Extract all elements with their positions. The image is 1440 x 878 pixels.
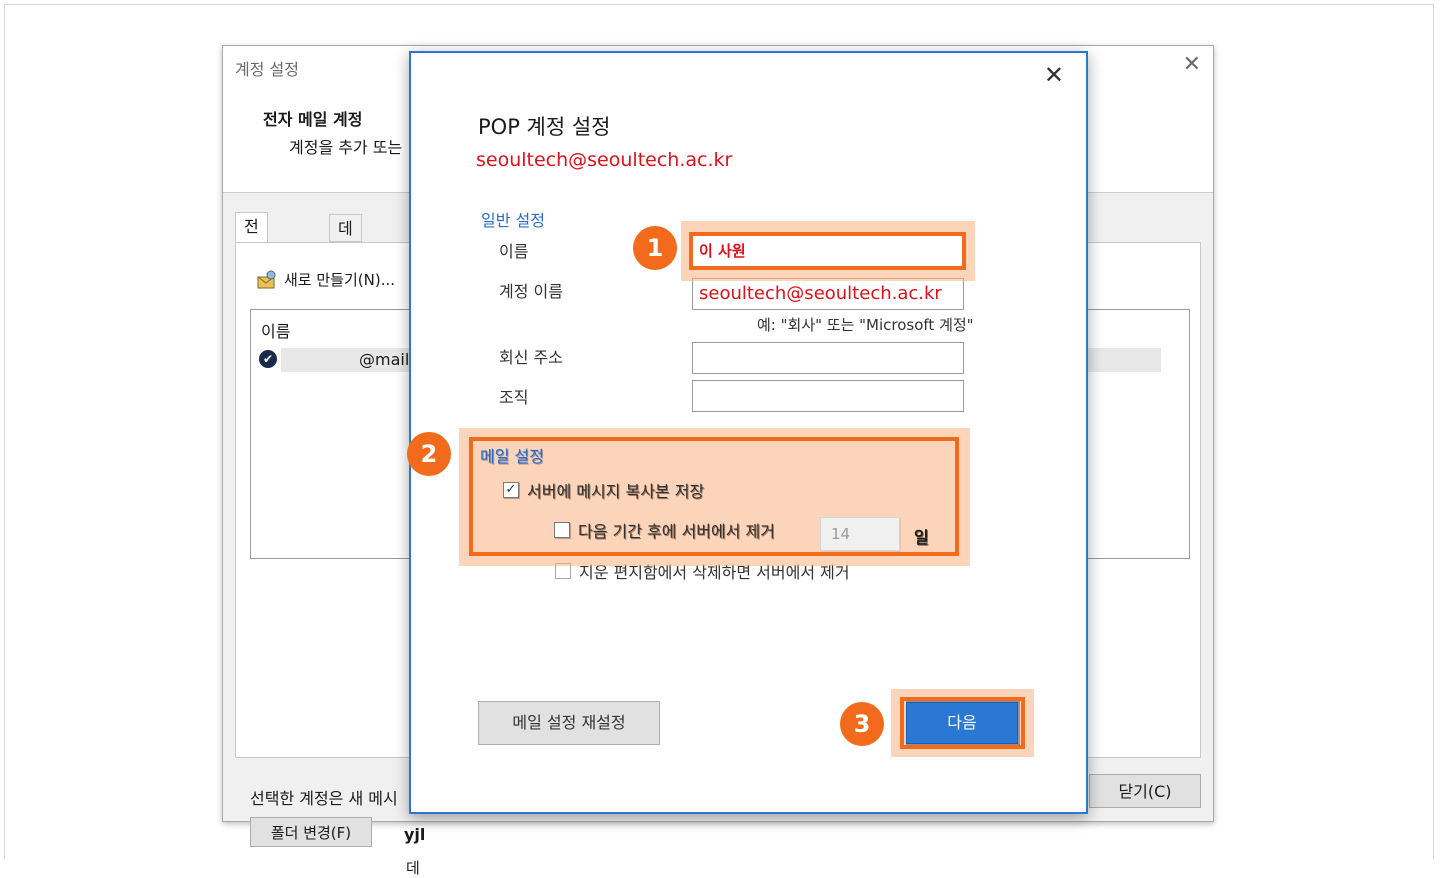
dialog-email: seoultech@seoultech.ac.kr [476,149,733,171]
days-unit-highlighted: 일 [914,528,929,547]
default-account-check-icon: ✔ [259,350,277,368]
new-account-button[interactable]: 새로 만들기(N)... [256,269,395,290]
section-heading: 전자 메일 계정 [263,110,363,129]
account-name-input[interactable]: seoultech@seoultech.ac.kr [692,278,964,310]
tab-email[interactable]: 전자 메일 [235,212,268,320]
keep-copy-label-highlighted: 서버에 메시지 복사본 저장 [527,482,705,501]
name-input-highlighted: 이 사원 [693,236,962,266]
list-header-name: 이름 [261,322,291,341]
step-1-badge: 1 [633,226,677,270]
window-title: 계정 설정 [235,60,299,79]
new-account-label: 새로 만들기(N)... [284,271,395,289]
close-button[interactable]: 닫기(C) [1089,774,1201,808]
selected-account-note: 선택한 계정은 새 메시 [250,789,398,808]
step-2-badge: 2 [407,432,451,476]
folder-name: yjl [404,825,426,844]
account-email: @mail [359,350,410,369]
change-folder-button[interactable]: 폴더 변경(F) [250,817,372,847]
reset-mail-settings-button[interactable]: 메일 설정 재설정 [478,701,660,745]
name-label: 이름 [499,242,529,261]
section-subtitle: 계정을 추가 또는 [289,138,403,157]
keep-copy-checkbox-highlighted: ✓ 서버에 메시지 복사본 저장 [503,478,704,502]
dialog-title: POP 계정 설정 [478,115,611,139]
tab-data-files[interactable]: 데이터 파 [329,214,362,322]
organization-input[interactable] [692,380,964,412]
reply-address-input[interactable] [692,342,964,374]
remove-after-checkbox-highlighted: 다음 기간 후에 서버에서 제거 [554,518,775,542]
organization-label: 조직 [499,388,529,407]
remove-after-label-highlighted: 다음 기간 후에 서버에서 제거 [578,522,775,541]
days-input-highlighted: 14 [820,517,900,551]
close-icon[interactable]: ✕ [1044,61,1064,89]
general-settings-heading: 일반 설정 [481,211,545,230]
next-button-highlighted: 다음 [906,702,1018,744]
new-mail-icon [257,270,276,288]
folder-description: 데 [406,859,420,877]
mail-settings-heading-highlighted: 메일 설정 [480,447,544,466]
checkbox-checked-icon: ✓ [503,482,519,498]
step-3-badge: 3 [840,702,884,746]
account-name-label: 계정 이름 [499,282,563,301]
checkbox-icon [554,522,570,538]
reply-address-label: 회신 주소 [499,348,563,367]
account-name-hint: 예: "회사" 또는 "Microsoft 계정" [757,316,974,334]
close-icon[interactable]: ✕ [1183,52,1201,77]
